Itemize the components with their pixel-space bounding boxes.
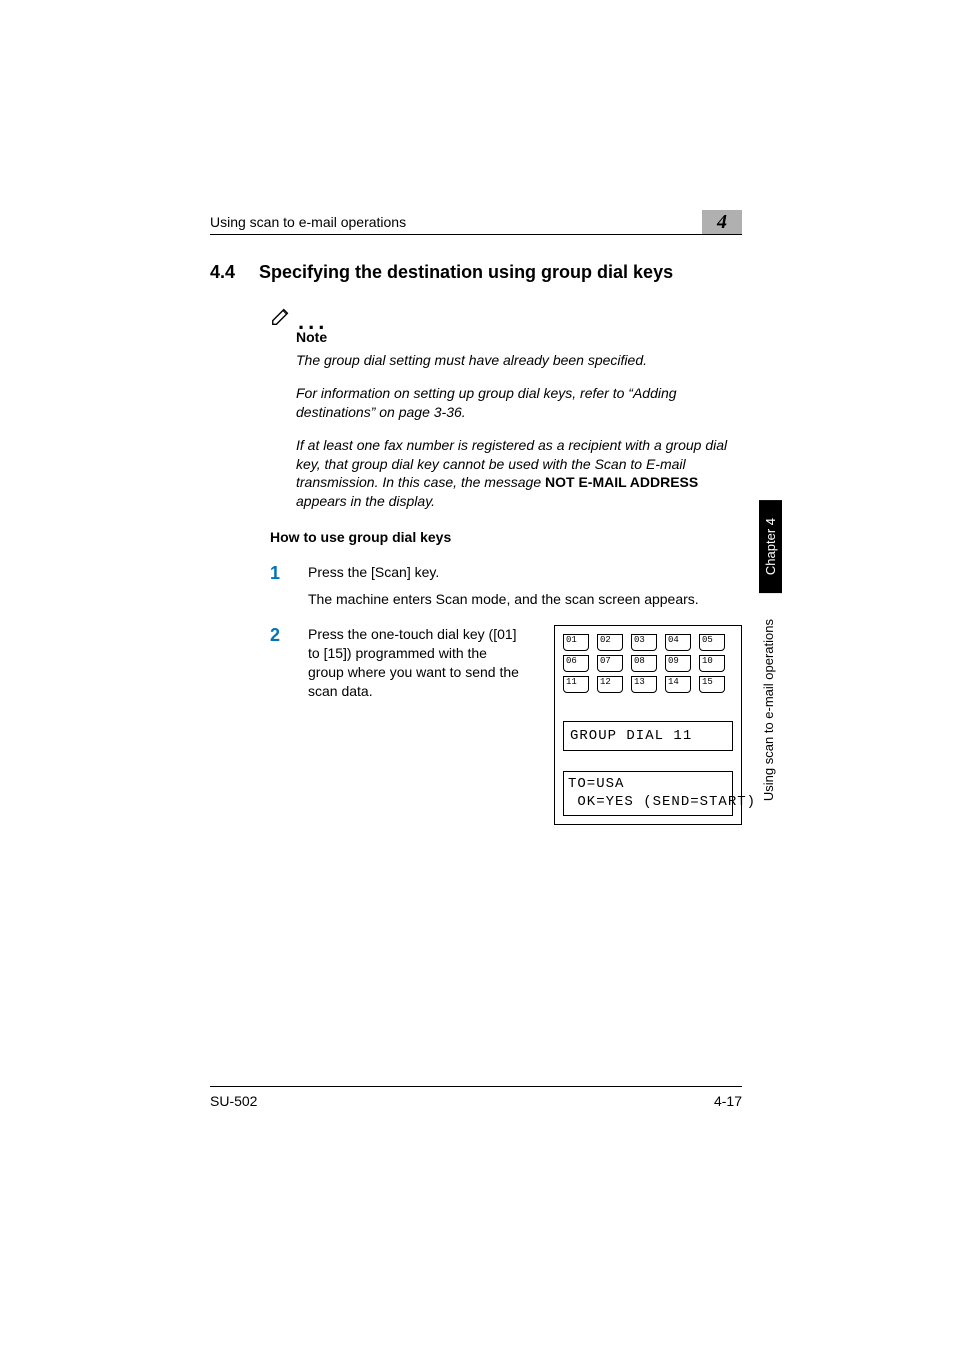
running-title: Using scan to e-mail operations [210,214,406,230]
keypad-key: 09 [665,655,691,672]
page-header: Using scan to e-mail operations 4 [210,210,742,235]
keypad-key: 15 [699,676,725,693]
note-paragraph-2: For information on setting up group dial… [296,384,742,422]
keypad-key: 13 [631,676,657,693]
howto-heading: How to use group dial keys [270,529,742,545]
keypad-key: 11 [563,676,589,693]
chapter-number-box: 4 [702,210,742,234]
keypad-key: 05 [699,634,725,651]
step-2-container: Press the one-touch dial key ([01] to [1… [308,625,742,825]
footer-model: SU-502 [210,1093,257,1109]
lcd-display-2: TO=USA OK=YES (SEND=START) [563,771,733,815]
step-1-sub: The machine enters Scan mode, and the sc… [308,590,699,609]
keypad-key: 01 [563,634,589,651]
step-2: 2 Press the one-touch dial key ([01] to … [270,625,742,825]
step-2-text: Press the one-touch dial key ([01] to [1… [308,625,524,701]
section-title-text: Specifying the destination using group d… [259,262,673,283]
content-area: 4.4 Specifying the destination using gro… [210,252,742,841]
step-1-text: Press the [Scan] key. [308,563,699,582]
keypad-rows: 01 02 03 04 05 06 07 08 09 10 11 12 13 14 15 [563,634,733,693]
keypad-key: 04 [665,634,691,651]
keypad-key: 06 [563,655,589,672]
step-number: 2 [270,625,286,825]
keypad-illustration: 01 02 03 04 05 06 07 08 09 10 11 12 13 14 15 GROUP DIA… [554,625,742,825]
ellipsis-icon: ... [298,317,328,327]
page-footer: SU-502 4-17 [210,1086,742,1109]
note-p3-post: appears in the display. [296,493,435,509]
lcd-display-1: GROUP DIAL 11 [563,721,733,751]
keypad-row: 06 07 08 09 10 [563,655,733,672]
keypad-key: 07 [597,655,623,672]
keypad-row: 01 02 03 04 05 [563,634,733,651]
keypad-key: 02 [597,634,623,651]
section-number: 4.4 [210,262,235,283]
step-1: 1 Press the [Scan] key. The machine ente… [270,563,742,609]
footer-page: 4-17 [714,1093,742,1109]
keypad-row: 11 12 13 14 15 [563,676,733,693]
keypad-key: 12 [597,676,623,693]
step-body: Press the [Scan] key. The machine enters… [308,563,699,609]
pencil-icon [270,305,292,327]
note-p3-bold: NOT E-MAIL ADDRESS [545,474,698,490]
keypad-key: 03 [631,634,657,651]
note-paragraph-1: The group dial setting must have already… [296,351,742,370]
side-section-text: Using scan to e-mail operations [759,605,778,815]
note-label: Note [296,329,742,345]
step-number: 1 [270,563,286,609]
note-paragraph-3: If at least one fax number is registered… [296,436,742,512]
note-block: ... Note The group dial setting must hav… [270,305,742,511]
section-heading: 4.4 Specifying the destination using gro… [210,262,742,283]
keypad-key: 14 [665,676,691,693]
side-chapter-tab: Chapter 4 [759,500,782,593]
keypad-key: 08 [631,655,657,672]
keypad-key: 10 [699,655,725,672]
note-icon-row: ... [270,305,742,327]
